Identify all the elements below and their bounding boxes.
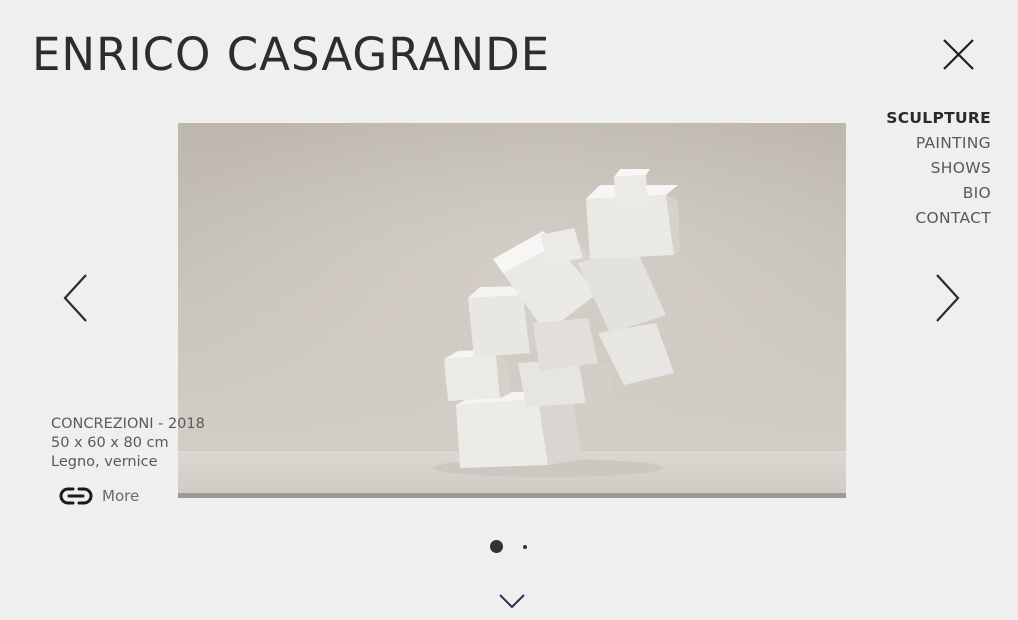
link-icon (59, 487, 93, 505)
chevron-down-icon (499, 594, 525, 609)
slide-dot-2[interactable] (523, 544, 527, 549)
close-icon (943, 39, 974, 70)
chevron-right-icon (936, 274, 960, 322)
main-menu: SCULPTURE PAINTING SHOWS BIO CONTACT (886, 106, 991, 231)
menu-item-painting[interactable]: PAINTING (886, 131, 991, 156)
sculpture-image (178, 123, 846, 498)
slide-dot-1[interactable] (490, 540, 503, 553)
artwork-materials: Legno, vernice (51, 454, 158, 470)
slide-pagination (490, 540, 527, 553)
site-title[interactable]: ENRICO CASAGRANDE (32, 28, 550, 81)
close-button[interactable] (938, 34, 980, 76)
scroll-down-button[interactable] (497, 592, 527, 610)
menu-item-bio[interactable]: BIO (886, 181, 991, 206)
chevron-left-icon (63, 274, 87, 322)
artwork-dimensions: 50 x 60 x 80 cm (51, 435, 169, 451)
artwork-caption: CONCREZIONI - 2018 50 x 60 x 80 cm Legno… (51, 415, 205, 472)
more-label: More (102, 487, 140, 505)
artwork-photo[interactable] (178, 123, 846, 498)
previous-slide-button[interactable] (56, 270, 96, 326)
artwork-title: CONCREZIONI - 2018 (51, 416, 205, 432)
next-slide-button[interactable] (928, 270, 968, 326)
menu-item-shows[interactable]: SHOWS (886, 156, 991, 181)
menu-item-sculpture[interactable]: SCULPTURE (886, 106, 991, 131)
more-link[interactable]: More (58, 484, 139, 508)
menu-item-contact[interactable]: CONTACT (886, 206, 991, 231)
